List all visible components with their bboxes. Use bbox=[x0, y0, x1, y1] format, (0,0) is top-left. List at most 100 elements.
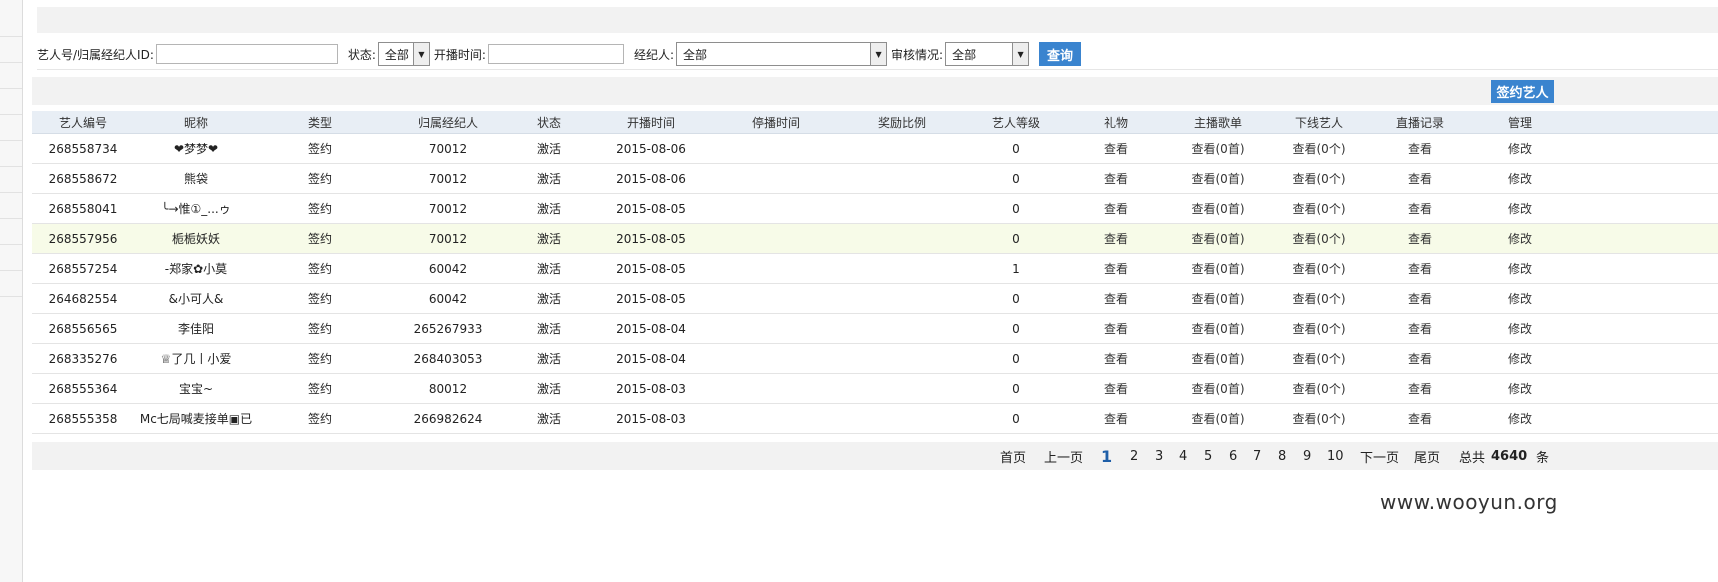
live-records-link[interactable]: 查看 bbox=[1375, 164, 1465, 193]
cell-agent: 265267933 bbox=[413, 321, 483, 336]
offline-artists-link[interactable]: 查看(0个) bbox=[1264, 344, 1374, 373]
song-list-link[interactable]: 查看(0首) bbox=[1163, 284, 1273, 313]
live-records-link[interactable]: 查看 bbox=[1375, 404, 1465, 433]
offline-artists-link[interactable]: 查看(0个) bbox=[1264, 314, 1374, 343]
gift-link[interactable]: 查看 bbox=[1076, 314, 1156, 343]
manage-link[interactable]: 修改 bbox=[1480, 344, 1560, 373]
song-list-link[interactable]: 查看(0首) bbox=[1163, 194, 1273, 223]
table-row: 268558672 熊袋 签约 70012 激活 2015-08-06 0 查看 查看(0首) 查… bbox=[32, 164, 1718, 194]
page-link[interactable]: 3 bbox=[1155, 442, 1163, 470]
cell-stop-time bbox=[721, 344, 831, 373]
last-page-link[interactable]: 尾页 bbox=[1414, 442, 1440, 470]
page-link[interactable]: 7 bbox=[1253, 442, 1261, 470]
offline-artists-link[interactable]: 查看(0个) bbox=[1264, 164, 1374, 193]
cell-stop-time bbox=[721, 164, 831, 193]
live-records-link[interactable]: 查看 bbox=[1375, 194, 1465, 223]
cell-stop-time bbox=[721, 374, 831, 403]
gift-link[interactable]: 查看 bbox=[1076, 404, 1156, 433]
chevron-down-icon[interactable]: ▼ bbox=[1012, 43, 1029, 65]
song-list-link[interactable]: 查看(0首) bbox=[1163, 164, 1273, 193]
song-list-link[interactable]: 查看(0首) bbox=[1163, 404, 1273, 433]
cell-agent: 80012 bbox=[428, 381, 468, 396]
manage-link[interactable]: 修改 bbox=[1480, 224, 1560, 253]
table-row: 268555364 宝宝~ 签约 80012 激活 2015-08-03 0 查看 查看(0首)… bbox=[32, 374, 1718, 404]
offline-artists-link[interactable]: 查看(0个) bbox=[1264, 404, 1374, 433]
cell-reward-ratio bbox=[847, 284, 957, 313]
gift-link[interactable]: 查看 bbox=[1076, 164, 1156, 193]
page-link[interactable]: 5 bbox=[1204, 442, 1212, 470]
live-records-link[interactable]: 查看 bbox=[1375, 374, 1465, 403]
cell-status: 激活 bbox=[536, 232, 561, 246]
song-list-link[interactable]: 查看(0首) bbox=[1163, 374, 1273, 403]
gift-link[interactable]: 查看 bbox=[1076, 284, 1156, 313]
song-list-link[interactable]: 查看(0首) bbox=[1163, 254, 1273, 283]
review-select[interactable]: 全部 ▼ bbox=[945, 42, 1030, 66]
manage-link[interactable]: 修改 bbox=[1480, 164, 1560, 193]
cell-start-time: 2015-08-05 bbox=[616, 261, 686, 276]
cell-status: 激活 bbox=[536, 322, 561, 336]
cell-agent: 70012 bbox=[428, 231, 468, 246]
song-list-link[interactable]: 查看(0首) bbox=[1163, 344, 1273, 373]
prev-page-link[interactable]: 上一页 bbox=[1044, 442, 1083, 470]
manage-link[interactable]: 修改 bbox=[1480, 254, 1560, 283]
page-link[interactable]: 10 bbox=[1327, 442, 1344, 470]
manage-link[interactable]: 修改 bbox=[1480, 284, 1560, 313]
cell-type: 签约 bbox=[307, 382, 332, 396]
total-prefix: 总共 bbox=[1459, 450, 1486, 466]
page-link[interactable]: 4 bbox=[1179, 442, 1187, 470]
page-link[interactable]: 2 bbox=[1130, 442, 1138, 470]
gift-link[interactable]: 查看 bbox=[1076, 194, 1156, 223]
page-link[interactable]: 8 bbox=[1278, 442, 1286, 470]
live-records-link[interactable]: 查看 bbox=[1375, 134, 1465, 163]
live-records-link[interactable]: 查看 bbox=[1375, 314, 1465, 343]
offline-artists-link[interactable]: 查看(0个) bbox=[1264, 284, 1374, 313]
gift-link[interactable]: 查看 bbox=[1076, 224, 1156, 253]
chevron-down-icon[interactable]: ▼ bbox=[870, 43, 887, 65]
cell-status: 激活 bbox=[536, 262, 561, 276]
table-row: 268335276 ♕了几丨小爱 签约 268403053 激活 2015-08-04 0 查… bbox=[32, 344, 1718, 374]
sign-artist-button[interactable]: 签约艺人 bbox=[1491, 80, 1554, 103]
offline-artists-link[interactable]: 查看(0个) bbox=[1264, 194, 1374, 223]
agent-select[interactable]: 全部 ▼ bbox=[676, 42, 888, 66]
gift-link[interactable]: 查看 bbox=[1076, 344, 1156, 373]
live-records-link[interactable]: 查看 bbox=[1375, 284, 1465, 313]
chevron-down-icon[interactable]: ▼ bbox=[412, 43, 429, 65]
live-records-link[interactable]: 查看 bbox=[1375, 254, 1465, 283]
column-header-song-list: 主播歌单 bbox=[1193, 115, 1242, 130]
status-select[interactable]: 全部 ▼ bbox=[377, 42, 430, 66]
manage-link[interactable]: 修改 bbox=[1480, 314, 1560, 343]
live-records-link[interactable]: 查看 bbox=[1375, 344, 1465, 373]
song-list-link[interactable]: 查看(0首) bbox=[1163, 134, 1273, 163]
cell-status: 激活 bbox=[536, 292, 561, 306]
manage-link[interactable]: 修改 bbox=[1480, 194, 1560, 223]
gift-link[interactable]: 查看 bbox=[1076, 134, 1156, 163]
offline-artists-link[interactable]: 查看(0个) bbox=[1264, 134, 1374, 163]
song-list-link[interactable]: 查看(0首) bbox=[1163, 314, 1273, 343]
cell-reward-ratio bbox=[847, 254, 957, 283]
start-time-input[interactable] bbox=[487, 44, 624, 64]
cell-stop-time bbox=[721, 194, 831, 223]
page-link[interactable]: 9 bbox=[1303, 442, 1311, 470]
song-list-link[interactable]: 查看(0首) bbox=[1163, 224, 1273, 253]
offline-artists-link[interactable]: 查看(0个) bbox=[1264, 254, 1374, 283]
divider bbox=[37, 69, 1718, 70]
manage-link[interactable]: 修改 bbox=[1480, 134, 1560, 163]
manage-link[interactable]: 修改 bbox=[1480, 374, 1560, 403]
cell-artist-id: 268557956 bbox=[48, 231, 118, 246]
offline-artists-link[interactable]: 查看(0个) bbox=[1264, 374, 1374, 403]
offline-artists-link[interactable]: 查看(0个) bbox=[1264, 224, 1374, 253]
cell-artist-level: 0 bbox=[1012, 201, 1020, 216]
first-page-link[interactable]: 首页 bbox=[1000, 442, 1026, 470]
column-header-agent: 归属经纪人 bbox=[417, 115, 478, 130]
agent-label: 经纪人: bbox=[633, 47, 675, 62]
page-link[interactable]: 6 bbox=[1229, 442, 1237, 470]
manage-link[interactable]: 修改 bbox=[1480, 404, 1560, 433]
next-page-link[interactable]: 下一页 bbox=[1360, 442, 1399, 470]
query-button[interactable]: 查询 bbox=[1039, 42, 1082, 66]
live-records-link[interactable]: 查看 bbox=[1375, 224, 1465, 253]
page-link-current[interactable]: 1 bbox=[1101, 442, 1112, 470]
gift-link[interactable]: 查看 bbox=[1076, 254, 1156, 283]
cell-reward-ratio bbox=[847, 374, 957, 403]
gift-link[interactable]: 查看 bbox=[1076, 374, 1156, 403]
artist-id-input[interactable] bbox=[155, 44, 338, 64]
